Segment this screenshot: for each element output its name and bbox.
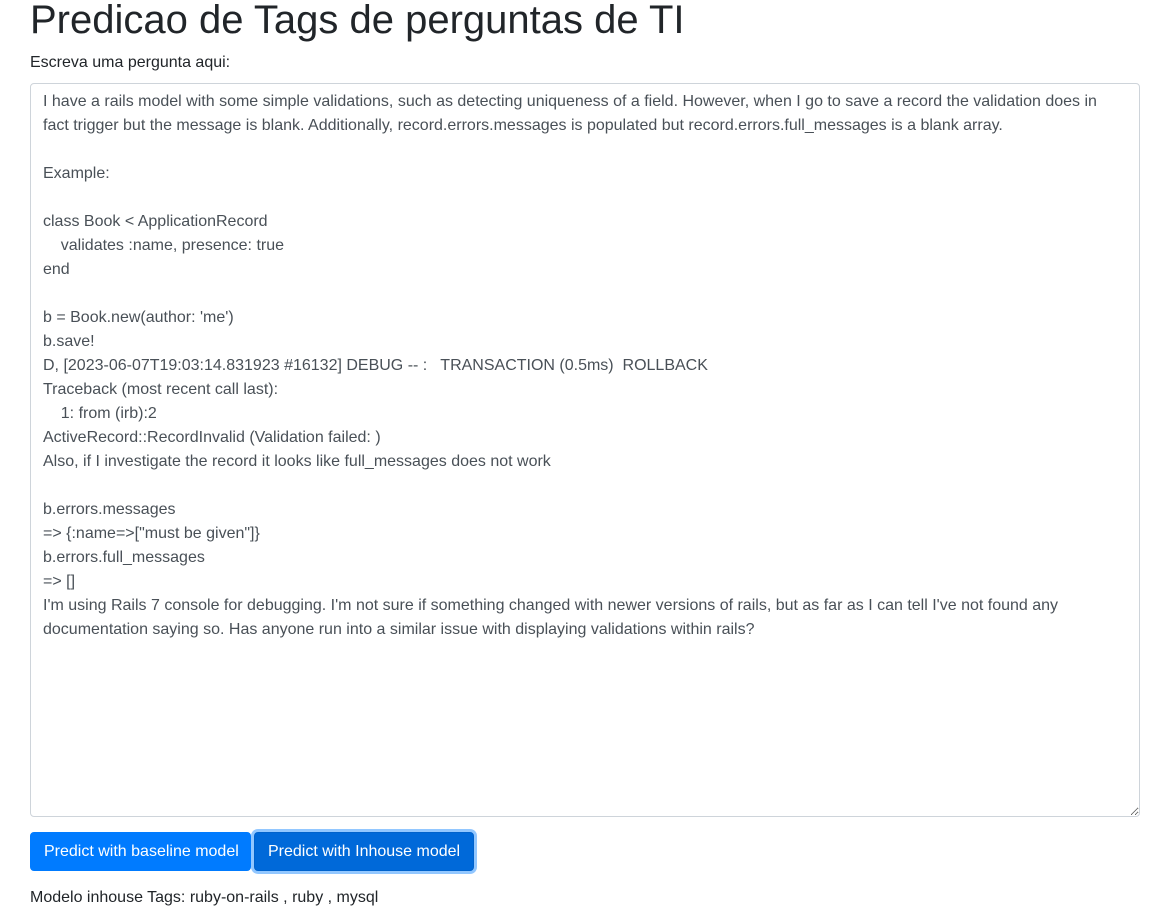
question-textarea[interactable]: I have a rails model with some simple va… [30, 83, 1140, 817]
inhouse-tags-result: Modelo inhouse Tags: ruby-on-rails , rub… [30, 889, 379, 906]
question-label: Escreva uma pergunta aqui: [30, 54, 231, 71]
page-title: Predicao de Tags de perguntas de TI [30, 0, 685, 42]
predict-baseline-button[interactable]: Predict with baseline model [30, 832, 251, 871]
predict-inhouse-button[interactable]: Predict with Inhouse model [254, 832, 474, 871]
